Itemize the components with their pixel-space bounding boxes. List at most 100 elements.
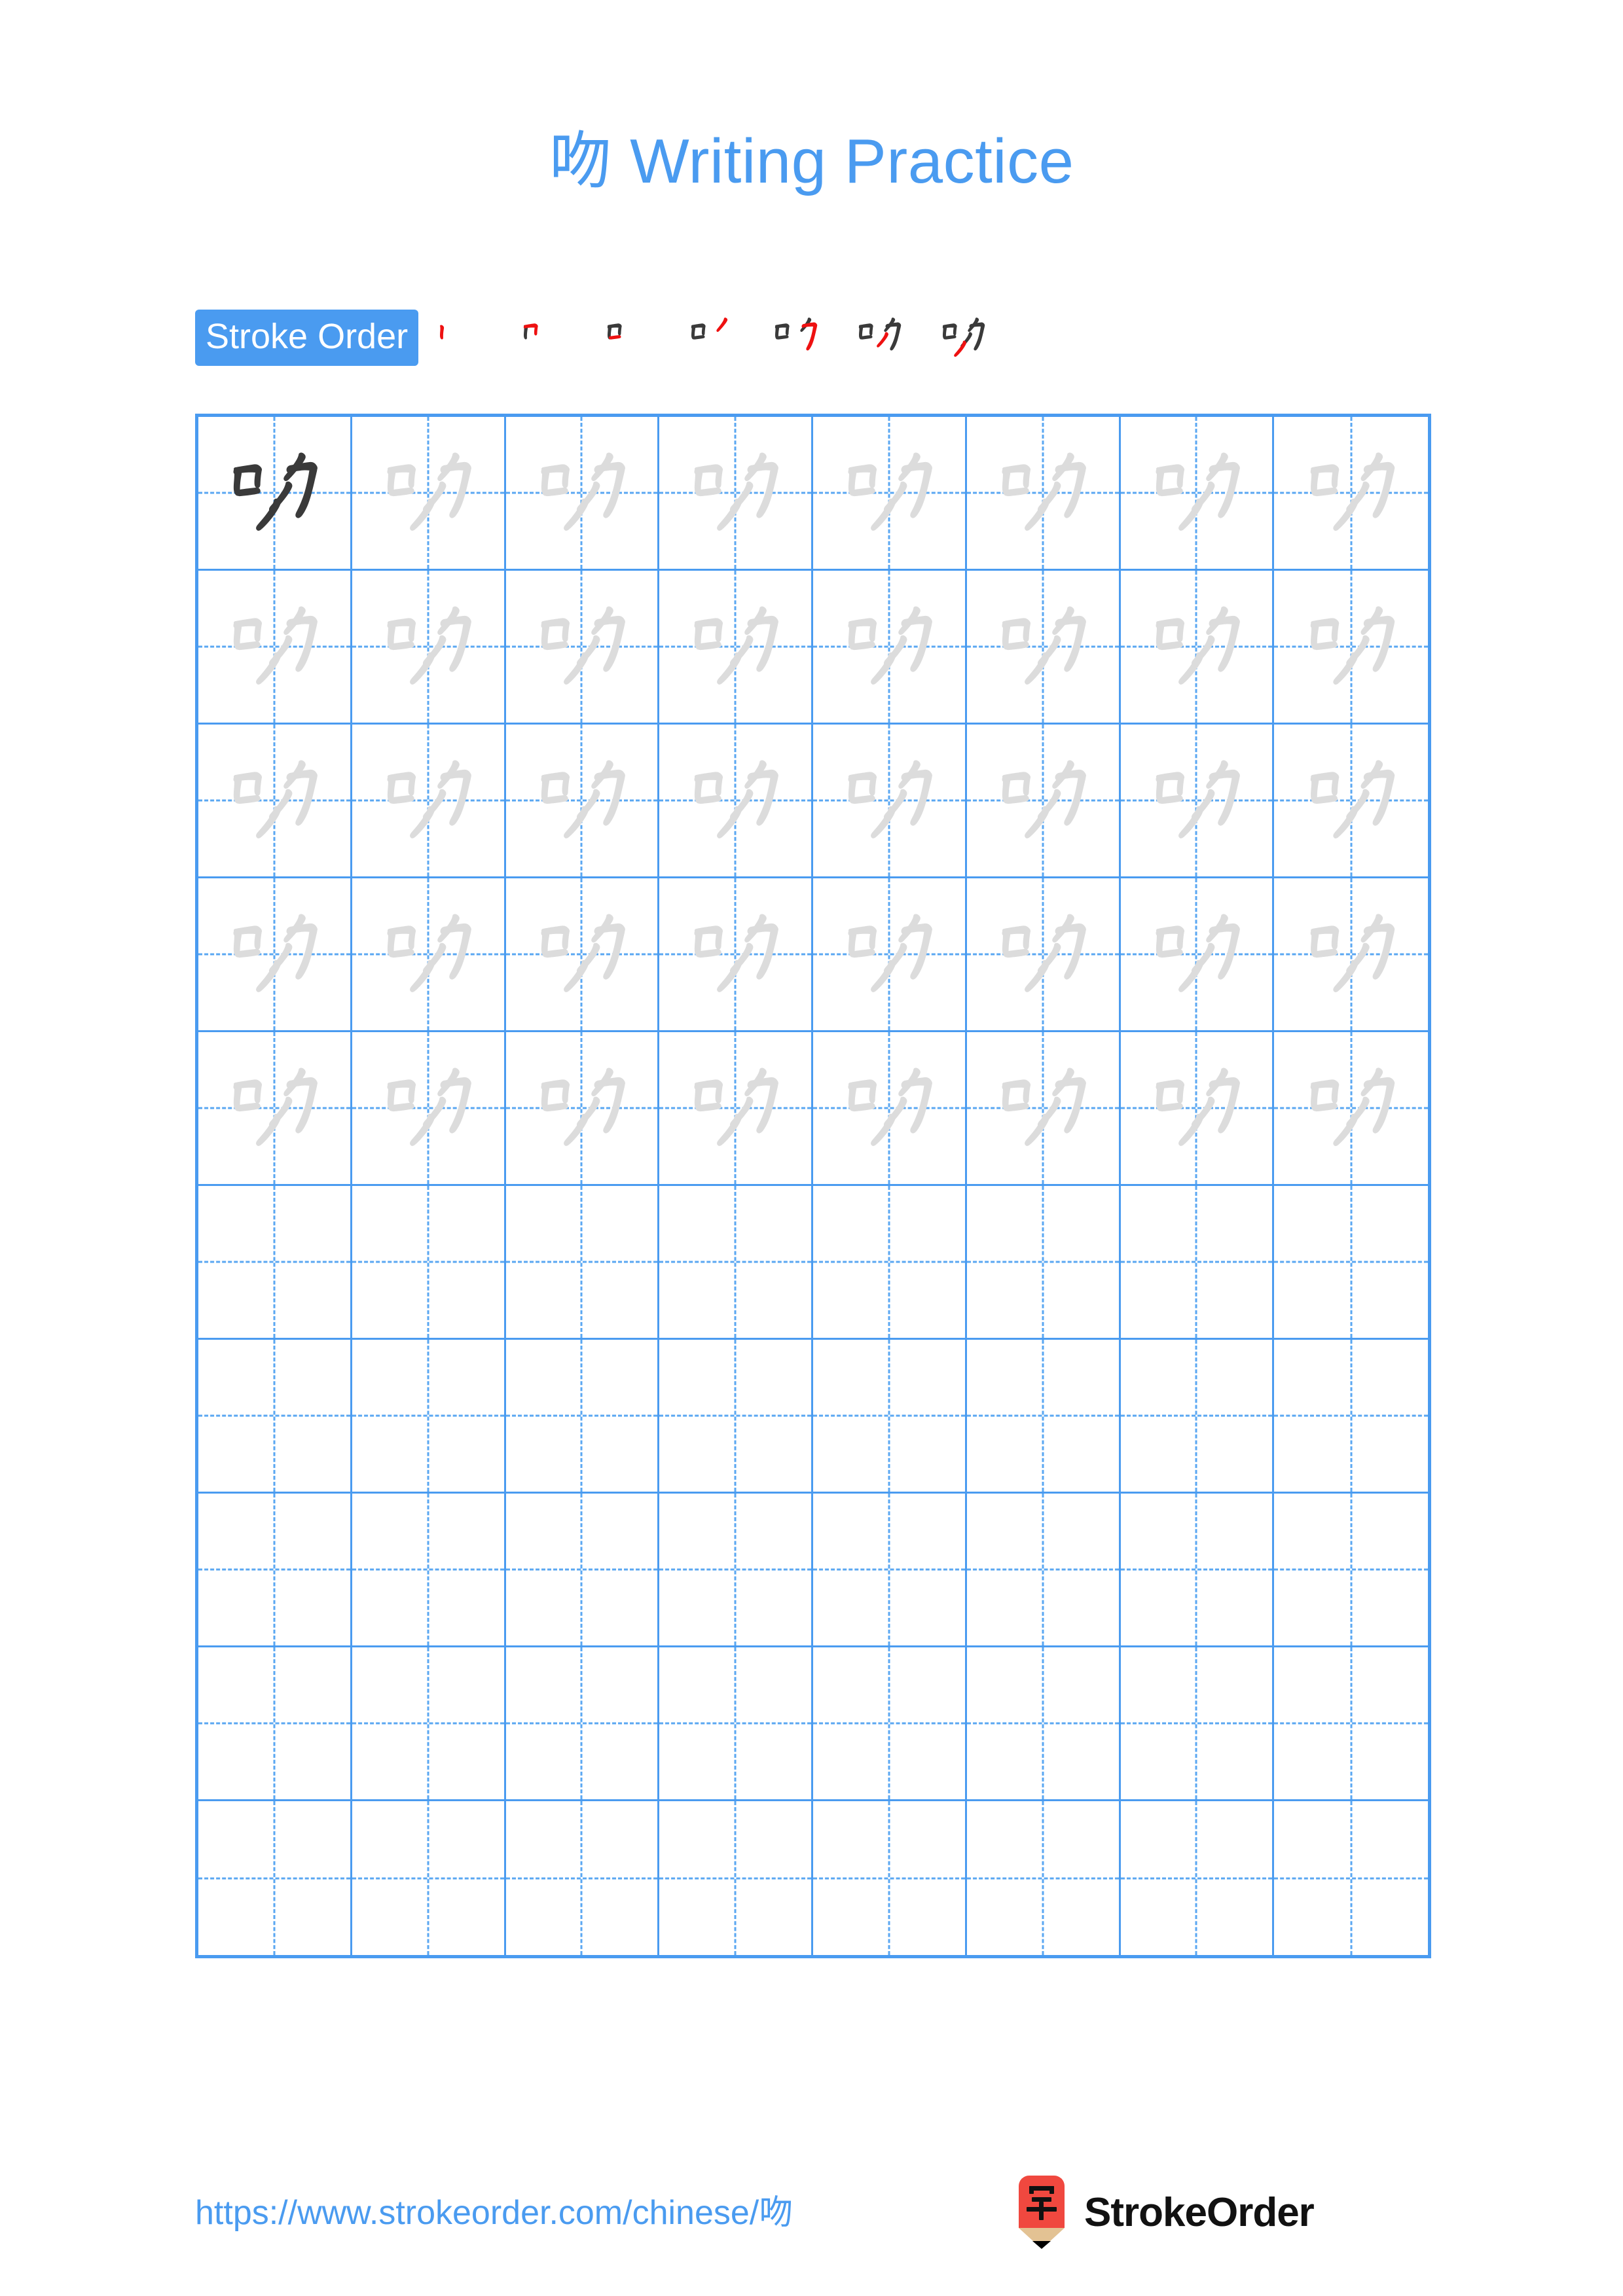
practice-cell-r8-c3[interactable] [505, 1494, 660, 1647]
practice-cell-r2-c6[interactable] [966, 571, 1121, 725]
practice-cell-r10-c4[interactable] [659, 1801, 813, 1955]
practice-cell-r8-c4[interactable] [659, 1494, 813, 1647]
model-character [198, 417, 350, 569]
practice-cell-r2-c1[interactable] [198, 571, 352, 725]
practice-cell-r4-c7[interactable] [1120, 878, 1275, 1032]
practice-cell-r8-c7[interactable] [1120, 1494, 1275, 1647]
practice-cell-r2-c2[interactable] [352, 571, 506, 725]
practice-cell-r2-c3[interactable] [505, 571, 660, 725]
practice-cell-r10-c2[interactable] [352, 1801, 506, 1955]
practice-cell-r6-c3[interactable] [505, 1186, 660, 1340]
stroke-order-step-3 [586, 305, 670, 370]
practice-cell-r1-c7[interactable] [1120, 417, 1275, 571]
trace-character [1274, 571, 1428, 723]
practice-cell-r8-c1[interactable] [198, 1494, 352, 1647]
trace-character [813, 878, 965, 1030]
practice-cell-r7-c1[interactable] [198, 1340, 352, 1494]
practice-cell-r9-c4[interactable] [659, 1647, 813, 1801]
trace-character [813, 571, 965, 723]
practice-cell-r3-c7[interactable] [1120, 725, 1275, 878]
practice-cell-r9-c6[interactable] [966, 1647, 1121, 1801]
practice-cell-r4-c5[interactable] [813, 878, 967, 1032]
practice-cell-r10-c6[interactable] [967, 1801, 1121, 1955]
practice-cell-r7-c5[interactable] [813, 1340, 967, 1494]
source-url[interactable]: https://www.strokeorder.com/chinese/吻 [195, 2185, 793, 2234]
practice-cell-r1-c3[interactable] [505, 417, 660, 571]
practice-cell-r1-c4[interactable] [659, 417, 813, 571]
pencil-logo-icon [1019, 2176, 1065, 2249]
trace-character [659, 878, 811, 1030]
practice-cell-r4-c8[interactable] [1274, 878, 1428, 1032]
practice-cell-r10-c3[interactable] [506, 1801, 660, 1955]
practice-cell-r1-c2[interactable] [352, 417, 506, 571]
trace-character [506, 417, 658, 569]
practice-cell-r7-c8[interactable] [1274, 1340, 1428, 1494]
practice-cell-r8-c5[interactable] [813, 1494, 967, 1647]
trace-character [506, 878, 658, 1030]
practice-cell-r2-c4[interactable] [659, 571, 813, 725]
practice-cell-r4-c6[interactable] [966, 878, 1121, 1032]
practice-cell-r9-c2[interactable] [352, 1647, 506, 1801]
practice-cell-r4-c3[interactable] [505, 878, 660, 1032]
practice-cell-r3-c3[interactable] [505, 725, 660, 878]
practice-cell-r5-c5[interactable] [813, 1032, 967, 1186]
practice-cell-r7-c4[interactable] [659, 1340, 813, 1494]
practice-cell-r6-c4[interactable] [659, 1186, 813, 1340]
trace-character [659, 1032, 811, 1184]
practice-cell-r7-c7[interactable] [1120, 1340, 1275, 1494]
practice-cell-r10-c1[interactable] [198, 1801, 352, 1955]
trace-character [198, 878, 350, 1030]
practice-cell-r5-c4[interactable] [659, 1032, 813, 1186]
practice-cell-r5-c6[interactable] [966, 1032, 1121, 1186]
practice-cell-r2-c7[interactable] [1120, 571, 1275, 725]
practice-cell-r1-c8[interactable] [1274, 417, 1428, 571]
practice-cell-r7-c2[interactable] [352, 1340, 506, 1494]
practice-cell-r9-c7[interactable] [1120, 1647, 1275, 1801]
trace-character [352, 417, 504, 569]
practice-cell-r7-c6[interactable] [966, 1340, 1121, 1494]
practice-cell-r6-c6[interactable] [966, 1186, 1121, 1340]
practice-cell-r3-c6[interactable] [966, 725, 1121, 878]
trace-character [659, 417, 811, 569]
practice-cell-r1-c1[interactable] [198, 417, 352, 571]
practice-cell-r1-c6[interactable] [966, 417, 1121, 571]
practice-cell-r10-c8[interactable] [1274, 1801, 1428, 1955]
practice-cell-r6-c7[interactable] [1120, 1186, 1275, 1340]
practice-cell-r7-c3[interactable] [505, 1340, 660, 1494]
practice-cell-r3-c5[interactable] [813, 725, 967, 878]
trace-character [1274, 725, 1428, 876]
practice-cell-r9-c8[interactable] [1274, 1647, 1428, 1801]
practice-cell-r2-c5[interactable] [813, 571, 967, 725]
practice-cell-r2-c8[interactable] [1274, 571, 1428, 725]
practice-cell-r6-c8[interactable] [1274, 1186, 1428, 1340]
practice-cell-r3-c4[interactable] [659, 725, 813, 878]
practice-cell-r5-c3[interactable] [505, 1032, 660, 1186]
practice-cell-r5-c1[interactable] [198, 1032, 352, 1186]
practice-cell-r6-c1[interactable] [198, 1186, 352, 1340]
practice-cell-r9-c3[interactable] [505, 1647, 660, 1801]
practice-cell-r3-c8[interactable] [1274, 725, 1428, 878]
practice-cell-r8-c6[interactable] [966, 1494, 1121, 1647]
practice-cell-r9-c1[interactable] [198, 1647, 352, 1801]
practice-cell-r1-c5[interactable] [813, 417, 967, 571]
practice-cell-r5-c8[interactable] [1274, 1032, 1428, 1186]
practice-cell-r8-c8[interactable] [1274, 1494, 1428, 1647]
trace-character [1274, 878, 1428, 1030]
practice-cell-r8-c2[interactable] [352, 1494, 506, 1647]
practice-cell-r3-c2[interactable] [352, 725, 506, 878]
practice-cell-r9-c5[interactable] [813, 1647, 967, 1801]
trace-character [967, 1032, 1119, 1184]
stroke-order-step-4 [670, 305, 754, 370]
practice-cell-r5-c2[interactable] [352, 1032, 506, 1186]
practice-cell-r3-c1[interactable] [198, 725, 352, 878]
practice-cell-r6-c5[interactable] [813, 1186, 967, 1340]
practice-cell-r10-c7[interactable] [1121, 1801, 1275, 1955]
practice-cell-r10-c5[interactable] [813, 1801, 967, 1955]
practice-cell-r5-c7[interactable] [1120, 1032, 1275, 1186]
practice-cell-r6-c2[interactable] [352, 1186, 506, 1340]
trace-character [506, 571, 658, 723]
practice-cell-r4-c2[interactable] [352, 878, 506, 1032]
practice-cell-r4-c1[interactable] [198, 878, 352, 1032]
practice-cell-r4-c4[interactable] [659, 878, 813, 1032]
trace-character [198, 1032, 350, 1184]
